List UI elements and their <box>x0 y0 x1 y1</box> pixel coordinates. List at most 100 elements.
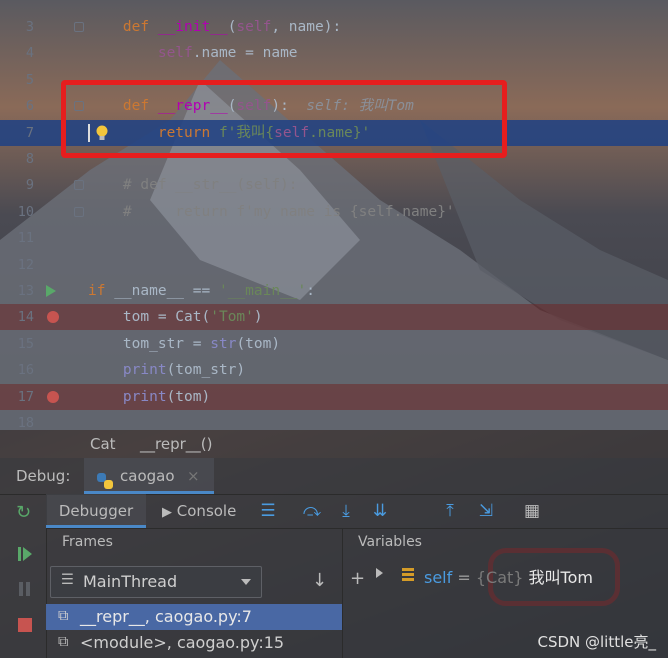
code-line[interactable]: 11 <box>0 225 668 251</box>
code-token: : <box>306 283 316 299</box>
code-text: tom = Cat('Tom') <box>88 304 263 330</box>
debug-label: Debug: <box>16 467 71 485</box>
code-token: # def __str__(self): <box>122 177 298 194</box>
code-token: print <box>122 362 167 379</box>
line-number: 7 <box>25 124 34 141</box>
frame-icon: ⧉ <box>58 608 69 624</box>
step-into-my-code-icon[interactable]: ⇊ <box>368 494 392 528</box>
code-token: ) <box>253 309 263 326</box>
watermark: CSDN @little亮_ <box>537 633 656 651</box>
console-icon: ▶ <box>162 505 172 520</box>
code-line[interactable]: 3 def __init__(self, name): <box>0 14 668 40</box>
tab-debugger[interactable]: Debugger <box>46 494 146 528</box>
code-token: self <box>236 19 272 35</box>
line-number: 11 <box>17 230 34 247</box>
line-number: 3 <box>25 19 34 35</box>
code-text: print(tom) <box>88 384 210 410</box>
stop-icon[interactable] <box>18 618 32 632</box>
add-watch-icon[interactable]: + <box>350 568 365 589</box>
line-number: 12 <box>17 256 34 273</box>
rerun-icon[interactable]: ↻ <box>16 502 31 523</box>
fold-icon[interactable] <box>74 22 84 32</box>
code-token: print <box>122 388 167 405</box>
step-out-icon[interactable]: ⤒ <box>438 494 462 528</box>
code-token: if <box>88 283 115 299</box>
step-over-icon[interactable]: ⤼ <box>300 494 324 528</box>
frame-icon: ⧉ <box>58 634 69 650</box>
breadcrumb-class[interactable]: Cat <box>90 430 116 458</box>
code-text: tom_str = str(tom) <box>88 331 280 357</box>
code-token: # return f'my name is {self.name}' <box>122 203 455 220</box>
line-number: 10 <box>17 203 34 220</box>
code-token: (tom_str) <box>166 362 246 379</box>
resume-icon[interactable] <box>18 546 32 562</box>
field-icon <box>402 568 414 582</box>
fold-icon[interactable] <box>74 180 84 191</box>
code-line[interactable]: 13 if __name__ == '__main__': <box>0 278 668 304</box>
line-number: 13 <box>17 283 34 299</box>
frame-row[interactable]: ⧉ __repr__, caogao.py:7 <box>46 604 342 630</box>
code-token: __init__ <box>157 19 228 35</box>
debug-header: Debug: caogao × <box>0 458 668 495</box>
fold-icon[interactable] <box>74 206 84 217</box>
code-line[interactable]: 14 tom = Cat('Tom') <box>0 304 668 331</box>
breakpoint-icon[interactable] <box>47 390 59 403</box>
line-number: 15 <box>17 335 34 352</box>
step-into-icon[interactable]: ⤓ <box>334 494 358 528</box>
variable-value: 我叫Tom <box>523 568 593 587</box>
repr-highlight-box <box>61 80 507 158</box>
run-icon[interactable] <box>46 285 56 297</box>
frames-pane: Frames ☰ MainThread ↓ ⧉ __repr__, caogao… <box>46 528 343 658</box>
code-line[interactable]: 10 # return f'my name is {self.name}' <box>0 199 668 225</box>
arrow-down-icon[interactable]: ↓ <box>312 570 327 591</box>
session-name: caogao <box>120 467 175 485</box>
close-icon[interactable]: × <box>187 458 200 494</box>
code-token: self <box>157 45 193 62</box>
menu-icon[interactable]: ☰ <box>256 494 280 528</box>
code-editor[interactable]: 3 def __init__(self, name): 4 self.name =… <box>0 0 668 431</box>
line-number: 4 <box>25 45 34 62</box>
variables-title: Variables <box>358 534 422 550</box>
code-line[interactable]: 12 <box>0 252 668 278</box>
thread-select-value: MainThread <box>83 572 178 591</box>
frame-row[interactable]: ⧉ <module>, caogao.py:15 <box>46 630 342 656</box>
pause-icon[interactable] <box>18 582 32 596</box>
code-line[interactable]: 15 tom_str = str(tom) <box>0 331 668 357</box>
code-token: .name = name <box>192 45 298 62</box>
run-to-cursor-icon[interactable]: ⇲ <box>474 494 498 528</box>
thread-list-icon: ☰ <box>61 572 74 588</box>
code-line[interactable]: 16 print(tom_str) <box>0 357 668 383</box>
code-token: 'Tom' <box>210 309 254 326</box>
line-number: 16 <box>17 362 34 379</box>
breadcrumb-method[interactable]: __repr__() <box>140 430 212 458</box>
tab-console[interactable]: ▶ Console <box>162 494 236 530</box>
frames-title: Frames <box>62 534 113 550</box>
code-line[interactable]: 9 # def __str__(self): <box>0 172 668 198</box>
code-text: if __name__ == '__main__': <box>88 278 315 304</box>
code-token: __name__ == <box>114 283 219 299</box>
code-line[interactable]: 17 print(tom) <box>0 383 668 410</box>
debug-panel: Debug: caogao × ↻ Debugger ▶ Console ☰ ⤼… <box>0 458 668 658</box>
code-text: self.name = name <box>88 40 298 66</box>
variable-row[interactable]: self = {Cat} 我叫Tom <box>372 564 662 590</box>
debug-side-toolbar: ↻ <box>0 494 47 658</box>
breakpoint-icon[interactable] <box>47 311 59 324</box>
code-text: def __init__(self, name): <box>88 14 341 40</box>
thread-select[interactable]: ☰ MainThread <box>50 566 262 598</box>
console-label: Console <box>176 502 237 520</box>
chevron-down-icon <box>241 579 251 585</box>
code-line[interactable]: 4 self.name = name <box>0 40 668 66</box>
evaluate-expression-icon[interactable]: ▦ <box>520 494 544 528</box>
expand-icon[interactable] <box>376 568 383 578</box>
debug-toolbar: Debugger ▶ Console ☰ ⤼ ⤓ ⇊ ⤒ ⇲ ▦ <box>46 494 668 529</box>
variable-type: {Cat} <box>475 568 524 587</box>
tab-session[interactable]: caogao × <box>84 458 214 494</box>
